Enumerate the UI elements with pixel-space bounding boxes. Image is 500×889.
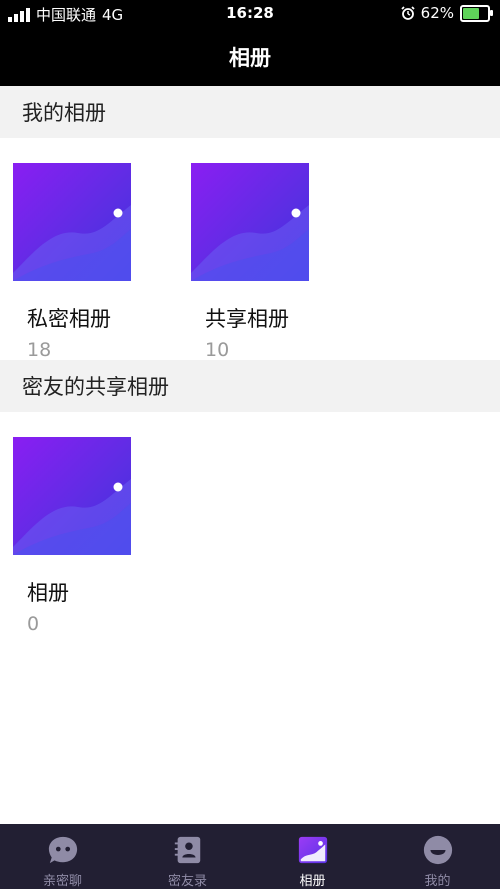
battery-fill [463, 7, 480, 19]
album-count: 18 [27, 339, 52, 361]
album-wave-graphic [13, 479, 131, 555]
status-right: 62% [401, 4, 493, 22]
tab-contacts[interactable]: 密友录 [125, 824, 250, 889]
album-card-private[interactable]: 私密相册 18 [13, 163, 163, 361]
battery-percent: 62% [420, 4, 454, 22]
nav-bar: 相册 [0, 28, 500, 86]
tab-profile[interactable]: 我的 [375, 824, 500, 889]
profile-face-icon [423, 835, 452, 865]
album-wave-graphic [191, 205, 309, 281]
album-thumbnail [13, 163, 131, 281]
album-card-friend[interactable]: 相册 0 [13, 437, 163, 635]
album-thumbnail [13, 437, 131, 555]
tab-label: 我的 [424, 874, 451, 889]
album-count: 10 [205, 339, 230, 361]
album-card-shared[interactable]: 共享相册 10 [191, 163, 341, 361]
tab-label: 相册 [299, 874, 326, 889]
tab-chat[interactable]: 亲密聊 [0, 824, 125, 889]
tab-bar: 亲密聊 密友录 相册 我的 [0, 824, 500, 889]
contact-book-icon [174, 836, 200, 864]
section-shared-albums: 密友的共享相册 [0, 360, 500, 412]
album-count: 0 [27, 613, 40, 635]
album-name: 共享相册 [205, 307, 289, 331]
section-title-shared-albums: 密友的共享相册 [22, 375, 169, 399]
album-name: 相册 [27, 581, 69, 605]
status-bar: 中国联通 4G 16:28 62% [0, 0, 500, 28]
tab-label: 密友录 [167, 874, 207, 889]
alarm-icon [401, 6, 415, 20]
album-icon [298, 836, 327, 864]
album-wave-graphic [13, 205, 131, 281]
album-thumbnail [191, 163, 309, 281]
section-title-my-albums: 我的相册 [22, 101, 106, 125]
album-name: 私密相册 [27, 307, 111, 331]
tab-album[interactable]: 相册 [250, 824, 375, 889]
section-my-albums: 我的相册 [0, 86, 500, 138]
tab-label: 亲密聊 [42, 874, 82, 889]
page-title: 相册 [229, 46, 271, 70]
battery-icon [460, 4, 493, 22]
chat-face-icon [48, 836, 77, 864]
